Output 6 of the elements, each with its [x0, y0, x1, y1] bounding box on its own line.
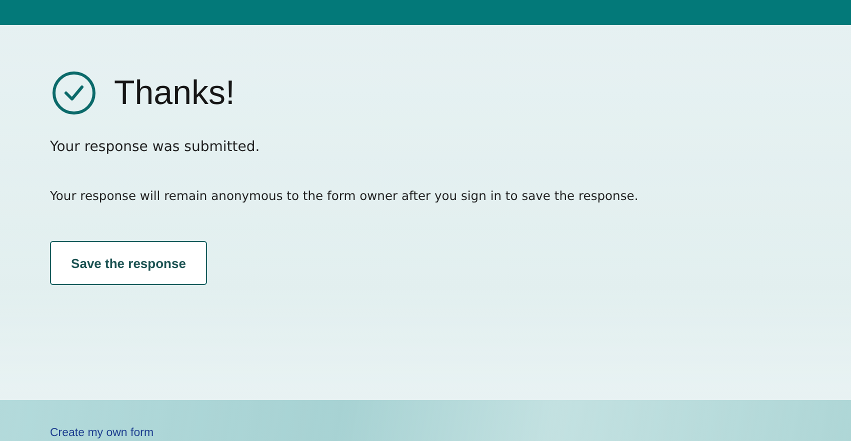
- anonymity-note: Your response will remain anonymous to the form owner after you sign in to save the response.: [50, 189, 640, 203]
- page-title: Thanks!: [114, 74, 235, 112]
- save-response-button[interactable]: Save the response: [50, 241, 207, 285]
- create-form-link[interactable]: Create my own form: [50, 427, 154, 439]
- confirmation-message: Your response was submitted.: [50, 139, 261, 155]
- check-circle-icon: [52, 71, 96, 115]
